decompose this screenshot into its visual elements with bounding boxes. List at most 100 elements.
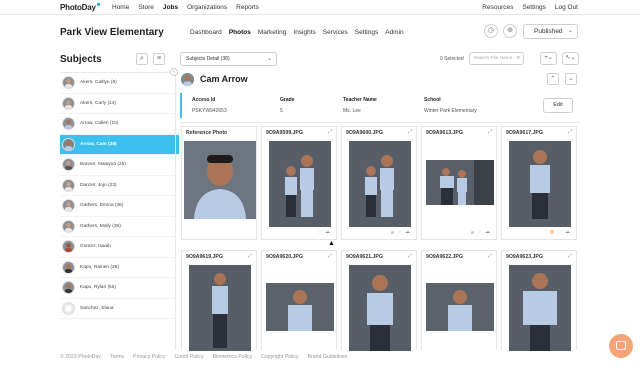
subject-item[interactable]: Kapo, Rylan (56): [60, 278, 175, 299]
subject-filter-dropdown[interactable]: Subjects Detail (38) ⌄: [180, 52, 277, 66]
subject-label: Gathers, Emma (36): [80, 203, 124, 209]
expand-icon[interactable]: ⤢: [568, 129, 572, 135]
tab-insights[interactable]: Insights: [293, 29, 315, 36]
subject-label: Akers, Caitlyn (6): [80, 80, 117, 86]
logo[interactable]: PhotoDay: [60, 3, 100, 12]
photo-thumbnail: [426, 283, 494, 331]
cloud-icon[interactable]: ☁: [485, 229, 490, 235]
photo-card[interactable]: 9O9A9622.JPG ⤢: [421, 250, 497, 350]
subject-item-selected[interactable]: Arrow, Cam (38): [60, 134, 179, 155]
tab-admin[interactable]: Admin: [385, 29, 403, 36]
tab-dashboard[interactable]: Dashboard: [190, 29, 222, 36]
clock-icon[interactable]: ◷: [484, 24, 498, 38]
subject-item[interactable]: Arrow, Callen (10): [60, 114, 175, 135]
tag-icon[interactable]: ◌: [318, 229, 321, 235]
next-subject-button[interactable]: ⌄: [565, 73, 577, 85]
photo-filename: Reference Photo: [186, 130, 228, 136]
expand-icon[interactable]: ⤢: [328, 129, 332, 135]
photo-card[interactable]: 9O9A9600.JPG ⤢ ◌ ☁: [341, 126, 417, 240]
expand-icon[interactable]: ⤢: [488, 253, 492, 259]
expand-icon[interactable]: ⤢: [568, 253, 572, 259]
footer-link-biometrics[interactable]: Biometrics Policy: [213, 354, 253, 360]
reference-photo-card[interactable]: Reference Photo: [181, 126, 257, 240]
status-dropdown[interactable]: Published ⌄: [523, 24, 578, 39]
subject-item[interactable]: Kapo, Rainen (29): [60, 258, 175, 278]
subject-item[interactable]: Sanchez, Elana: [60, 299, 175, 319]
photo-thumbnail: [189, 265, 251, 351]
list-menu-icon[interactable]: ≡: [153, 53, 165, 65]
nav-store[interactable]: Store: [138, 4, 154, 11]
photo-card[interactable]: 9O9A9613.JPG ⤢ ◌ ☁: [421, 126, 497, 240]
nav-home[interactable]: Home: [112, 4, 129, 11]
chat-button[interactable]: [609, 334, 633, 358]
select-tool-button[interactable]: ↖⌄: [562, 52, 579, 65]
expand-icon[interactable]: ⤢: [408, 253, 412, 259]
cloud-icon[interactable]: ☁: [565, 229, 570, 235]
nav-jobs[interactable]: Jobs: [163, 4, 178, 11]
avatar: [62, 178, 75, 192]
tag-icon[interactable]: ◌: [398, 229, 401, 235]
subject-item[interactable]: Banner, Malayna (25): [60, 155, 175, 176]
account-nav: Resources Settings Log Out: [482, 4, 578, 11]
photo-thumbnail: [349, 141, 411, 227]
info-label: School: [424, 97, 441, 103]
photo-card[interactable]: 9O9A9599.JPG ⤢ ◌ ☁: [261, 126, 337, 240]
subject-label: Kapo, Rainen (29): [80, 264, 119, 270]
info-value: 5: [280, 108, 283, 114]
photo-card[interactable]: 9O9A9617.JPG ⤢ ◍ ◌ ☁: [501, 126, 577, 240]
prev-subject-button[interactable]: ⌃: [547, 73, 559, 85]
footer-link-terms[interactable]: Terms: [110, 354, 124, 360]
file-search-input[interactable]: Search File Name ⌕: [469, 52, 524, 65]
nav-organizations[interactable]: Organizations: [187, 4, 227, 11]
tag-icon[interactable]: ◌: [478, 229, 481, 235]
add-dropdown-button[interactable]: +⌄: [540, 52, 557, 65]
dot-icon: [471, 231, 475, 234]
info-value: Winter Park Elementary: [424, 108, 477, 114]
tab-settings[interactable]: Settings: [355, 29, 379, 36]
favorite-icon[interactable]: ◍: [550, 229, 554, 235]
photo-thumbnail: [269, 141, 331, 227]
tab-photos[interactable]: Photos: [229, 29, 251, 36]
collapse-sidebar-icon[interactable]: ‹: [170, 68, 178, 76]
globe-icon[interactable]: ⊕: [503, 24, 517, 38]
nav-logout[interactable]: Log Out: [555, 4, 578, 11]
nav-reports[interactable]: Reports: [236, 4, 259, 11]
sidebar-title: Subjects: [60, 54, 102, 65]
photo-thumbnail: [266, 283, 334, 331]
footer: © 2022 PhotoDay Terms Privacy Policy Cre…: [60, 354, 347, 360]
photo-card[interactable]: 9O9A9621.JPG ⤢: [341, 250, 417, 351]
nav-resources[interactable]: Resources: [482, 4, 513, 11]
subject-item[interactable]: Gathers, Molly (35): [60, 217, 175, 237]
student-name: Cam Arrow: [200, 74, 248, 84]
footer-link-brand[interactable]: Brand Guidelines: [308, 354, 348, 360]
photo-card[interactable]: 9O9A9619.JPG ⤢: [181, 250, 257, 351]
subject-item[interactable]: Gathers, Emma (36): [60, 196, 175, 217]
photo-card[interactable]: 9O9A9620.JPG ⤢: [261, 250, 337, 350]
tab-marketing[interactable]: Marketing: [258, 29, 287, 36]
main-nav: Home Store Jobs Organizations Reports: [112, 4, 259, 11]
subject-item[interactable]: Akers, Caitlyn (6): [60, 73, 175, 94]
tag-icon[interactable]: ◌: [558, 229, 561, 235]
footer-link-credit[interactable]: Credit Policy: [174, 354, 203, 360]
footer-link-copyright[interactable]: Copyright Policy: [261, 354, 298, 360]
expand-icon[interactable]: ⤢: [488, 129, 492, 135]
subject-item[interactable]: Gomez, Isaiah: [60, 237, 175, 258]
footer-link-privacy[interactable]: Privacy Policy: [133, 354, 165, 360]
photo-thumbnail: [349, 265, 411, 351]
nav-settings[interactable]: Settings: [522, 4, 546, 11]
search-icon[interactable]: ⌕: [136, 53, 148, 65]
photo-filename: 9O9A9621.JPG: [346, 254, 383, 260]
tab-services[interactable]: Services: [323, 29, 348, 36]
expand-icon[interactable]: ⤢: [248, 253, 252, 259]
subject-item[interactable]: Akers, Carly (14): [60, 94, 175, 114]
cloud-icon[interactable]: ☁: [325, 229, 330, 235]
info-grade: Grade 5: [280, 97, 294, 114]
cloud-icon[interactable]: ☁: [405, 229, 410, 235]
job-tabs: Dashboard Photos Marketing Insights Serv…: [190, 29, 404, 36]
subject-item[interactable]: Danzer, Jojo (23): [60, 176, 175, 196]
expand-icon[interactable]: ⤢: [328, 253, 332, 259]
photo-card[interactable]: 9O9A9623.JPG ⤢: [501, 250, 577, 351]
edit-button[interactable]: Edit: [543, 98, 573, 113]
photo-actions: ◌ ☁: [422, 229, 496, 235]
expand-icon[interactable]: ⤢: [408, 129, 412, 135]
